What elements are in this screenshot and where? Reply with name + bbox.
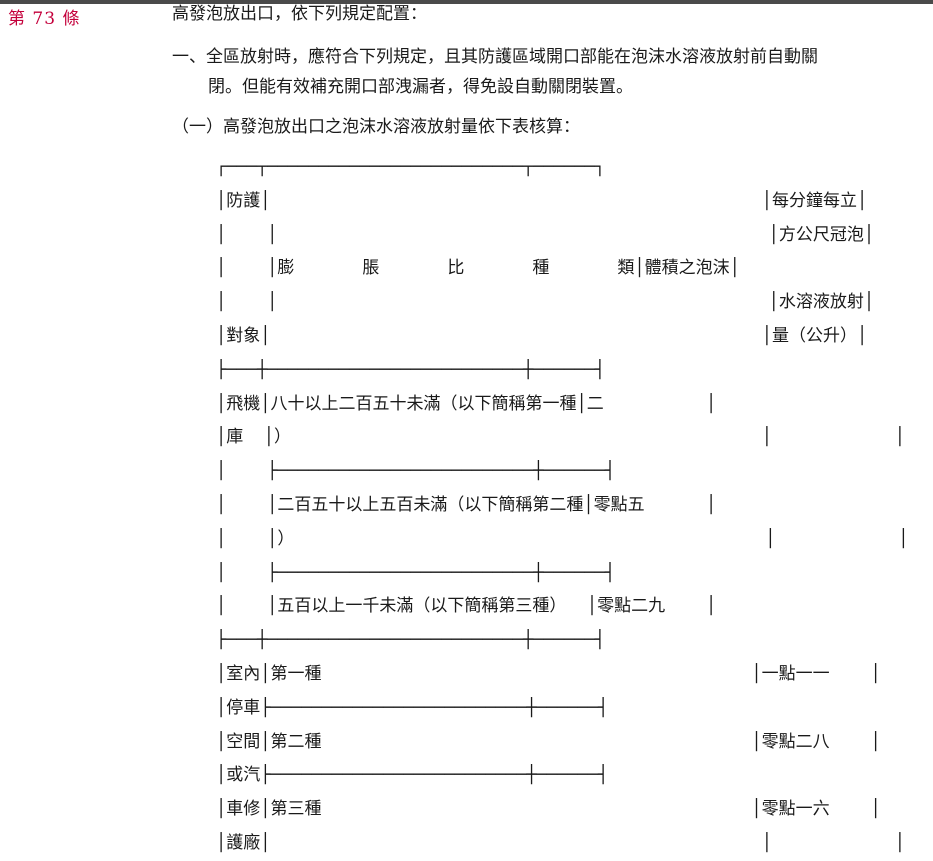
table-line: │ │） │ │ <box>216 528 909 549</box>
table-line: │飛機│八十以上二百五十未滿（以下簡稱第一種│二 │ <box>216 393 717 414</box>
table-line: │停車├─────────────────────────┼──────┤ <box>216 697 609 718</box>
table-line: │ │ │水溶液放射│ <box>216 292 875 313</box>
table-line: │車修│第三種 │零點一六 │ <box>216 799 881 820</box>
table-line: │ ├─────────────────────────┼──────┤ <box>216 461 616 482</box>
table-line: │ ├─────────────────────────┼──────┤ <box>216 562 616 583</box>
table-line: │防護│ │每分鐘每立│ <box>216 190 868 211</box>
table-line: ├───┼─────────────────────────┼──────┤ <box>216 630 605 651</box>
table-line: │對象│ │量（公升）│ <box>216 325 868 346</box>
table-line: │庫 │） │ │ <box>216 427 906 448</box>
item-1-line-1: 一、全區放射時，應符合下列規定，且其防護區域開口部能在泡沫水溶液放射前自動關 <box>172 47 818 67</box>
table-line: │ │ │方公尺冠泡│ <box>216 224 875 245</box>
discharge-rate-table: ┌───┬─────────────────────────┬──────┐ │防… <box>216 151 909 861</box>
table-line: │空間│第二種 │零點二八 │ <box>216 731 881 752</box>
sub-item-1: （一）高發泡放出口之泡沫水溶液放射量依下表核算： <box>172 117 580 137</box>
table-line: ├───┼─────────────────────────┼──────┤ <box>216 359 605 380</box>
table-line: │室內│第一種 │一點一一 │ <box>216 663 881 684</box>
item-1-line-2: 閉。但能有效補充開口部洩漏者，得免設自動關閉裝置。 <box>208 77 633 97</box>
table-line: │ │二百五十以上五百未滿（以下簡稱第二種│零點五 │ <box>216 494 717 515</box>
table-line: │ │膨 脹 比 種 類│體積之泡沫│ <box>216 258 740 279</box>
article-number[interactable]: 第 73 條 <box>8 4 80 29</box>
table-line: │或汽├─────────────────────────┼──────┤ <box>216 765 609 786</box>
top-border <box>0 0 933 4</box>
table-line: │ │五百以上一千未滿（以下簡稱第三種） │零點二九 │ <box>216 596 717 617</box>
table-line: ┌───┬─────────────────────────┬──────┐ <box>216 157 605 177</box>
article-intro: 高發泡放出口，依下列規定配置： <box>172 4 427 24</box>
